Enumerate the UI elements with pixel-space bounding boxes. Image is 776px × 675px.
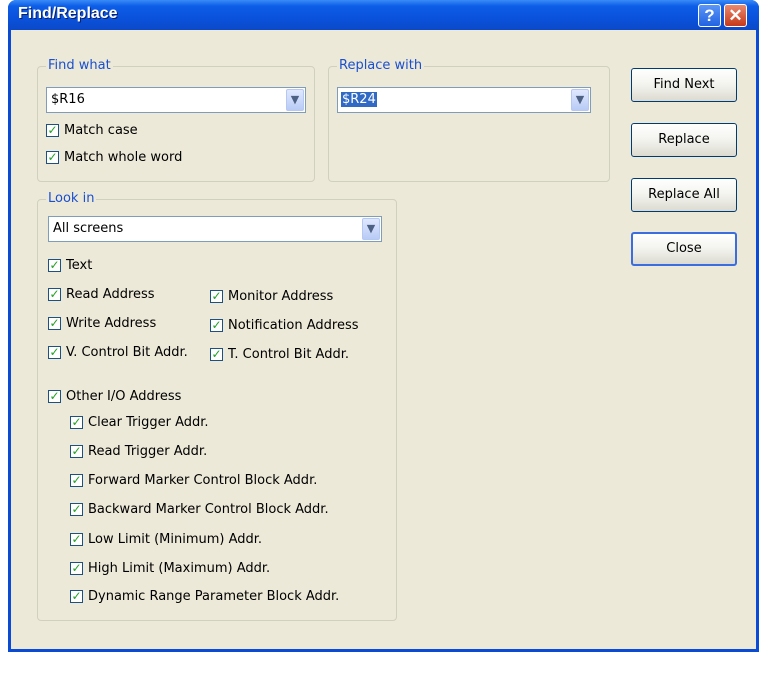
check-icon: ✓ [48, 287, 61, 301]
text-label: Text [66, 258, 93, 273]
dialog-body: Find what $R16 ▼ ✓ Match case ✓ Match wh… [11, 30, 756, 649]
read-address-label: Read Address [66, 287, 155, 302]
chevron-down-icon[interactable]: ▼ [286, 89, 304, 111]
look-in-legend: Look in [46, 191, 97, 206]
replace-with-legend: Replace with [337, 58, 425, 73]
text-checkbox[interactable]: ✓ Text [48, 258, 92, 273]
title-bar[interactable]: Find/Replace ? ✕ [8, 0, 759, 30]
low-limit-checkbox[interactable]: ✓ Low Limit (Minimum) Addr. [70, 532, 262, 547]
check-icon: ✓ [210, 347, 223, 361]
high-limit-label: High Limit (Maximum) Addr. [88, 561, 271, 576]
forward-marker-checkbox[interactable]: ✓ Forward Marker Control Block Addr. [70, 473, 317, 488]
find-what-group: Find what $R16 ▼ ✓ Match case ✓ Match wh… [37, 58, 315, 182]
clear-trigger-checkbox[interactable]: ✓ Clear Trigger Addr. [70, 415, 209, 430]
dynamic-range-checkbox[interactable]: ✓ Dynamic Range Parameter Block Addr. [70, 589, 339, 604]
match-whole-word-label: Match whole word [64, 150, 183, 165]
close-window-button[interactable]: ✕ [724, 4, 747, 27]
t-control-bit-label: T. Control Bit Addr. [228, 347, 349, 362]
dynamic-range-label: Dynamic Range Parameter Block Addr. [88, 589, 340, 604]
monitor-address-label: Monitor Address [228, 289, 334, 304]
check-icon: ✓ [70, 502, 83, 516]
check-icon: ✓ [70, 589, 83, 603]
read-trigger-checkbox[interactable]: ✓ Read Trigger Addr. [70, 444, 207, 459]
chevron-down-icon[interactable]: ▼ [571, 89, 589, 111]
check-icon: ✓ [48, 389, 61, 403]
read-address-checkbox[interactable]: ✓ Read Address [48, 287, 155, 302]
forward-marker-label: Forward Marker Control Block Addr. [88, 473, 318, 488]
check-icon: ✓ [210, 318, 223, 332]
check-icon: ✓ [48, 258, 61, 272]
other-io-address-label: Other I/O Address [66, 389, 182, 404]
write-address-label: Write Address [66, 316, 157, 331]
look-in-value: All screens [53, 221, 124, 236]
check-icon: ✓ [48, 316, 61, 330]
notification-address-checkbox[interactable]: ✓ Notification Address [210, 318, 359, 333]
check-icon: ✓ [70, 444, 83, 458]
clear-trigger-label: Clear Trigger Addr. [88, 415, 209, 430]
v-control-bit-label: V. Control Bit Addr. [66, 345, 188, 360]
monitor-address-checkbox[interactable]: ✓ Monitor Address [210, 289, 333, 304]
notification-address-label: Notification Address [228, 318, 359, 333]
backward-marker-checkbox[interactable]: ✓ Backward Marker Control Block Addr. [70, 502, 329, 517]
check-icon: ✓ [70, 532, 83, 546]
read-trigger-label: Read Trigger Addr. [88, 444, 208, 459]
match-case-checkbox[interactable]: ✓ Match case [46, 123, 138, 138]
replace-button[interactable]: Replace [631, 123, 737, 157]
low-limit-label: Low Limit (Minimum) Addr. [88, 532, 263, 547]
t-control-bit-checkbox[interactable]: ✓ T. Control Bit Addr. [210, 347, 349, 362]
write-address-checkbox[interactable]: ✓ Write Address [48, 316, 156, 331]
check-icon: ✓ [70, 415, 83, 429]
close-button[interactable]: Close [631, 232, 737, 266]
find-what-combo[interactable]: $R16 ▼ [46, 87, 306, 113]
replace-all-button[interactable]: Replace All [631, 178, 737, 212]
match-whole-word-checkbox[interactable]: ✓ Match whole word [46, 150, 182, 165]
match-case-label: Match case [64, 123, 138, 138]
high-limit-checkbox[interactable]: ✓ High Limit (Maximum) Addr. [70, 561, 270, 576]
look-in-group: Look in All screens ▼ ✓ Text ✓ Read Addr… [37, 191, 397, 621]
replace-with-group: Replace with $R24 ▼ [328, 58, 610, 182]
check-icon: ✓ [46, 123, 59, 137]
check-icon: ✓ [210, 289, 223, 303]
replace-with-combo[interactable]: $R24 ▼ [337, 87, 591, 113]
check-icon: ✓ [48, 345, 61, 359]
check-icon: ✓ [70, 561, 83, 575]
replace-with-value: $R24 [341, 92, 377, 107]
dialog-title: Find/Replace [18, 5, 118, 22]
v-control-bit-checkbox[interactable]: ✓ V. Control Bit Addr. [48, 345, 188, 360]
find-what-legend: Find what [46, 58, 113, 73]
help-button[interactable]: ? [698, 4, 721, 27]
find-replace-dialog: Find/Replace ? ✕ Find what $R16 ▼ ✓ Matc… [8, 0, 759, 652]
check-icon: ✓ [46, 150, 59, 164]
chevron-down-icon[interactable]: ▼ [362, 218, 380, 240]
check-icon: ✓ [70, 473, 83, 487]
find-next-button[interactable]: Find Next [631, 68, 737, 102]
other-io-address-checkbox[interactable]: ✓ Other I/O Address [48, 389, 181, 404]
find-what-value: $R16 [51, 92, 85, 107]
look-in-combo[interactable]: All screens ▼ [48, 216, 382, 242]
backward-marker-label: Backward Marker Control Block Addr. [88, 502, 329, 517]
